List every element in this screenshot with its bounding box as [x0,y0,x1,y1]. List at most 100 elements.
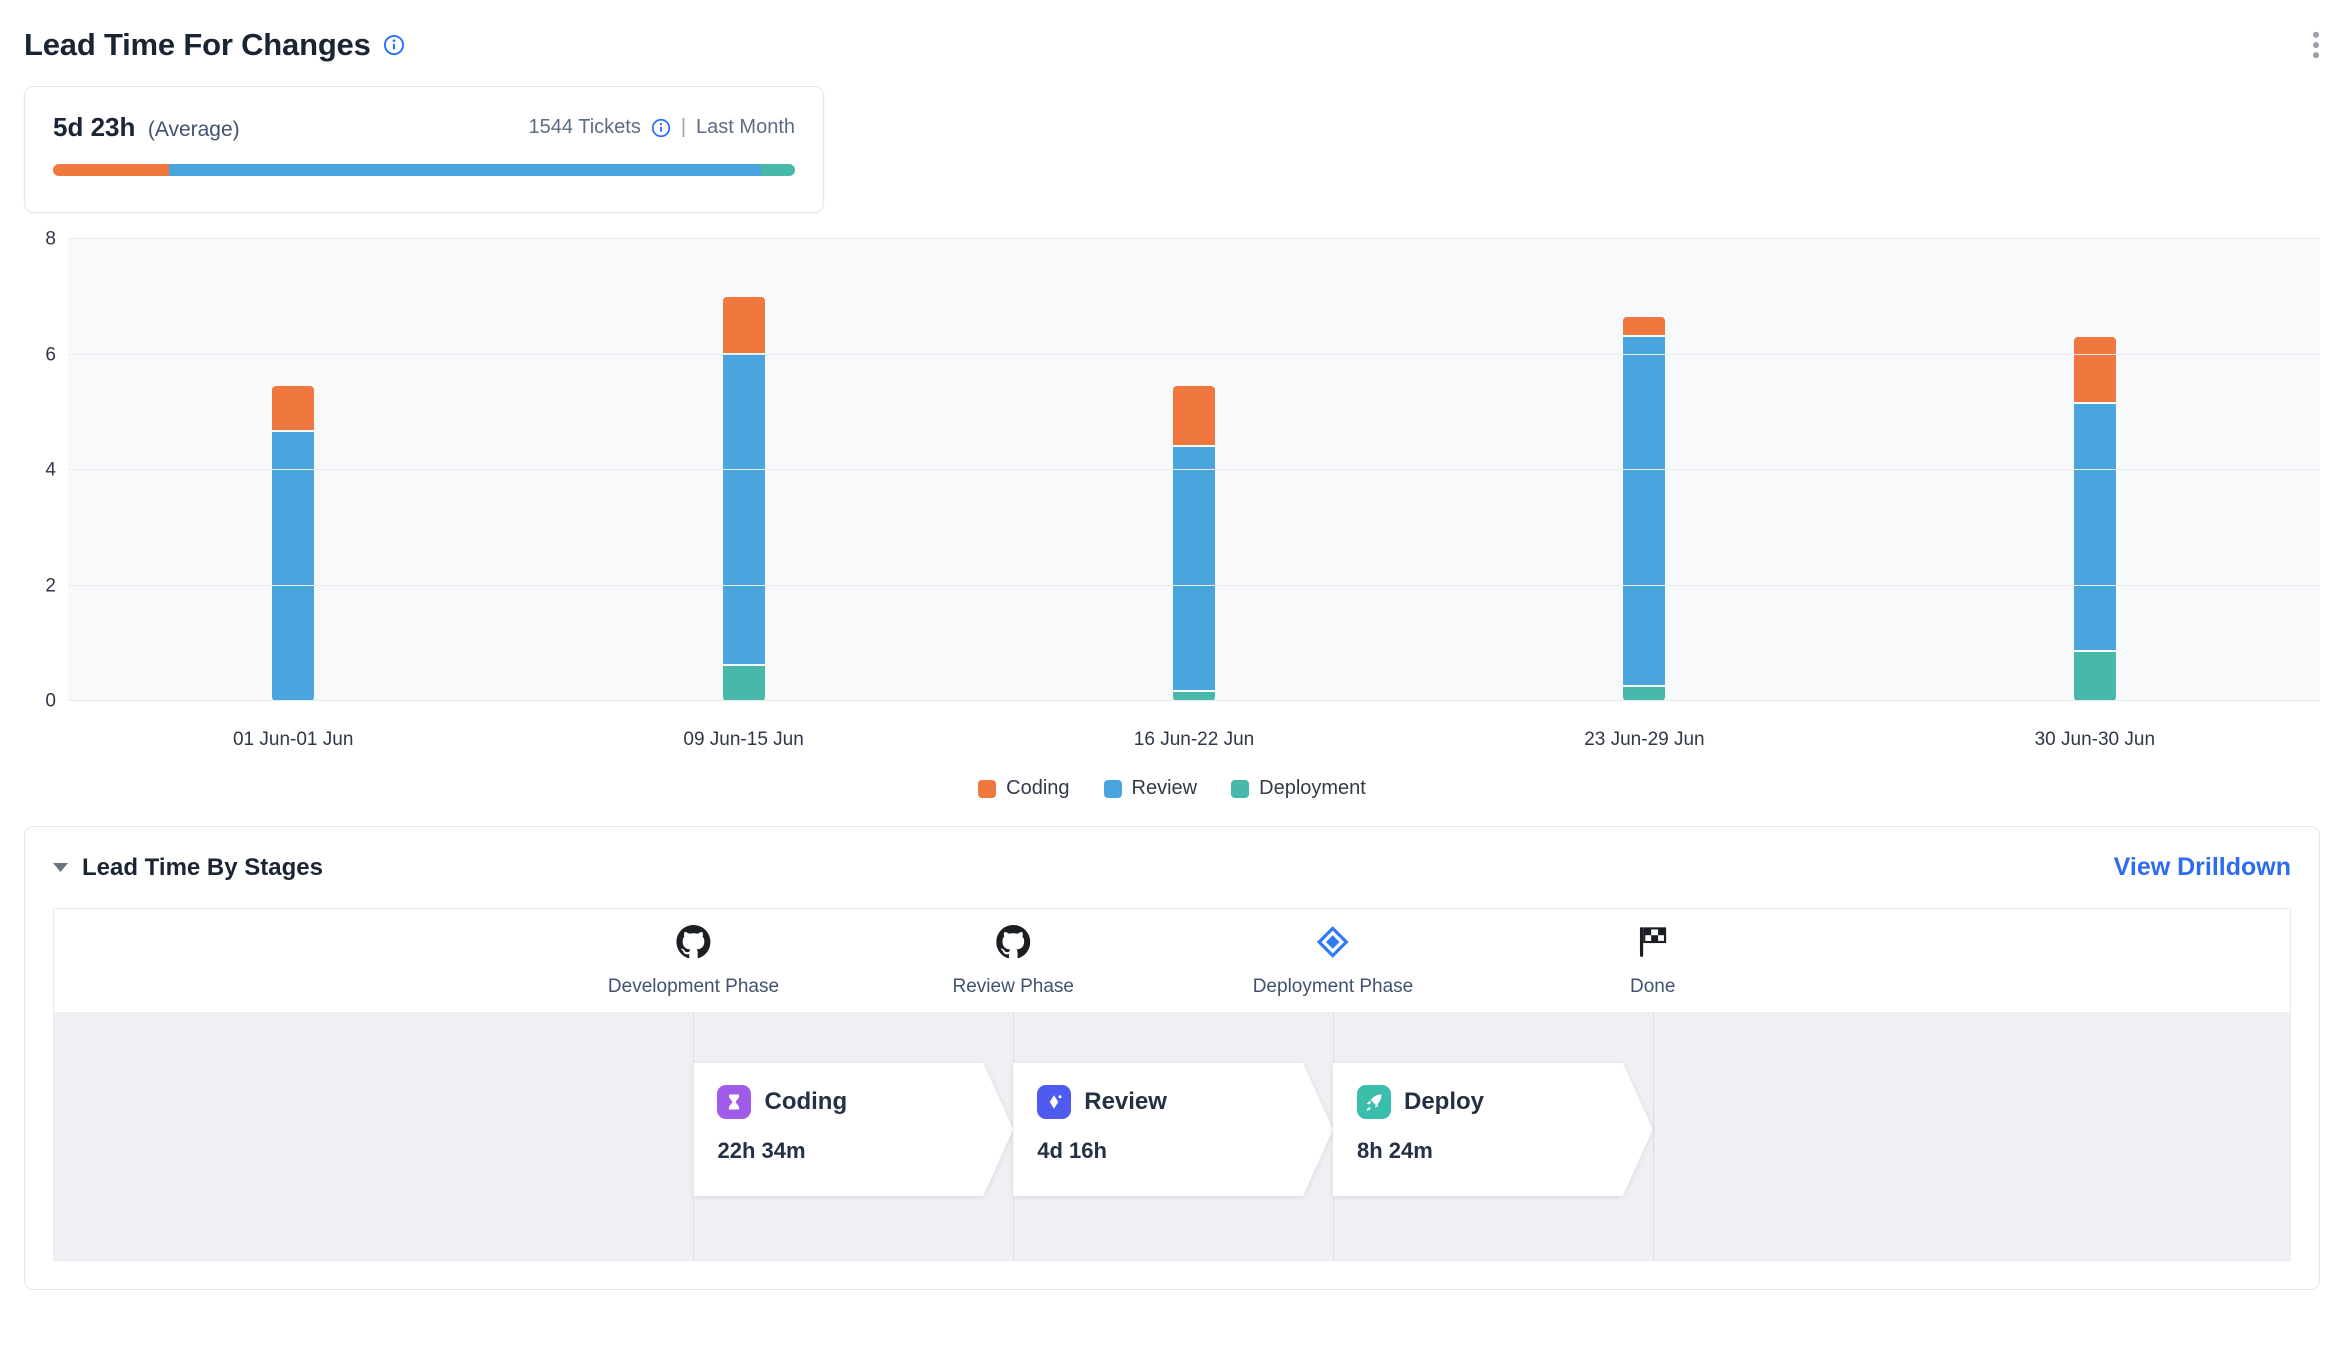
stage-card-title: Review [1084,1088,1167,1116]
legend-label: Coding [1006,777,1069,800]
stages-body: Coding 22h 34m Review 4d 16h Deploy 8h 24m [54,1013,2290,1260]
legend-swatch [1231,780,1249,798]
stage-card-head: Deploy [1357,1085,1653,1119]
milestone-label: Deployment Phase [1253,976,1414,998]
bar-stack[interactable] [1173,239,1215,701]
stage-card-title: Coding [764,1088,847,1116]
view-drilldown-link[interactable]: View Drilldown [2114,853,2291,882]
plot-area [68,239,2320,701]
x-axis-label: 01 Jun-01 Jun [68,729,518,751]
stage-card-duration: 4d 16h [1037,1138,1333,1164]
bars [68,239,2320,701]
x-axis-labels: 01 Jun-01 Jun09 Jun-15 Jun16 Jun-22 Jun2… [68,729,2320,751]
bar-segment-review[interactable] [1623,337,1665,684]
bar-segment-review[interactable] [272,432,314,701]
info-icon[interactable] [383,34,405,56]
stages-panel: Lead Time By Stages View Drilldown Devel… [24,826,2320,1290]
y-tick-label: 8 [45,230,56,249]
bar-segment-deployment[interactable] [1623,687,1665,701]
diamond-icon [1316,925,1350,964]
chart-legend: Coding Review Deployment [24,777,2320,800]
gridline [68,700,2320,701]
bar-segment-deployment[interactable] [723,666,765,701]
stage-card-deploy[interactable]: Deploy 8h 24m [1333,1063,1653,1196]
average-wrap: 5d 23h (Average) [53,112,240,143]
stage-card-title: Deploy [1404,1088,1484,1116]
milestones-row: Development Phase Review Phase Deployment … [54,909,2290,1013]
page-title: Lead Time For Changes [24,27,371,63]
bar-group [1419,239,1869,701]
legend-swatch [1104,780,1122,798]
bar-segment-coding[interactable] [272,386,314,430]
summary-row: 5d 23h (Average) 1544 Tickets | Last Mon… [53,112,795,143]
average-lead-time: 5d 23h [53,112,135,142]
bar-segment-review[interactable] [1173,447,1215,690]
summary-bar-segment-review [169,164,760,176]
y-tick-label: 0 [45,692,56,711]
bar-segment-coding[interactable] [2074,337,2116,401]
bar-segment-deployment[interactable] [2074,652,2116,701]
stage-card-body: Coding 22h 34m [693,1063,1013,1196]
summary-meta: 1544 Tickets | Last Month [529,116,795,139]
widget-header: Lead Time For Changes [24,22,2320,68]
plot-row: 02468 [24,239,2320,701]
stage-card-head: Coding [717,1085,1013,1119]
legend-label: Deployment [1259,777,1366,800]
rocket-icon [1357,1085,1391,1119]
column-separator [1653,1013,1654,1260]
summary-bar-segment-coding [53,164,169,176]
legend-item-review[interactable]: Review [1104,777,1198,800]
period-separator: | [681,116,686,139]
stages-title-wrap: Lead Time By Stages [53,854,323,882]
bar-segment-review[interactable] [723,355,765,665]
stage-card-duration: 22h 34m [717,1138,1013,1164]
legend-swatch [978,780,996,798]
x-axis-label: 30 Jun-30 Jun [1870,729,2320,751]
stages-header: Lead Time By Stages View Drilldown [53,853,2291,882]
milestone-label: Review Phase [953,976,1074,998]
y-axis: 02468 [24,239,68,701]
summary-bar-segment-deployment [761,164,795,176]
milestone-label: Done [1630,976,1675,998]
bar-stack[interactable] [272,239,314,701]
milestone-label: Development Phase [608,976,779,998]
average-label: (Average) [148,118,240,141]
collapse-icon[interactable] [53,863,68,872]
milestone-deployment-phase: Deployment Phase [1253,925,1414,998]
github-icon [996,925,1030,964]
gridline [68,354,2320,355]
bar-stack[interactable] [1623,239,1665,701]
legend-item-coding[interactable]: Coding [978,777,1069,800]
stage-card-body: Deploy 8h 24m [1333,1063,1653,1196]
stage-card-duration: 8h 24m [1357,1138,1653,1164]
bar-segment-coding[interactable] [1173,386,1215,445]
x-axis-label: 23 Jun-29 Jun [1419,729,1869,751]
y-tick-label: 2 [45,576,56,595]
bar-group [518,239,968,701]
kebab-menu-icon[interactable] [2312,31,2320,59]
bar-group [969,239,1419,701]
gridline [68,469,2320,470]
title-wrap: Lead Time For Changes [24,27,405,63]
milestone-development-phase: Development Phase [608,925,779,998]
stage-card-coding[interactable]: Coding 22h 34m [693,1063,1013,1196]
stages-table: Development Phase Review Phase Deployment … [53,908,2291,1261]
stage-card-review[interactable]: Review 4d 16h [1013,1063,1333,1196]
tickets-info-icon[interactable] [651,118,671,138]
legend-item-deployment[interactable]: Deployment [1231,777,1366,800]
bar-segment-review[interactable] [2074,404,2116,650]
summary-progress-bar [53,164,795,176]
milestone-done: Done [1630,925,1675,998]
lead-time-widget: Lead Time For Changes 5d 23h (Average) 1… [0,0,2344,1290]
bar-group [68,239,518,701]
x-axis-label: 09 Jun-15 Jun [518,729,968,751]
bar-stack[interactable] [723,239,765,701]
legend-label: Review [1132,777,1198,800]
milestone-review-phase: Review Phase [953,925,1074,998]
bar-stack[interactable] [2074,239,2116,701]
y-tick-label: 4 [45,461,56,480]
tickets-count: 1544 Tickets [529,116,641,139]
bar-segment-coding[interactable] [1623,317,1665,335]
bar-segment-coding[interactable] [723,297,765,353]
stage-card-body: Review 4d 16h [1013,1063,1333,1196]
